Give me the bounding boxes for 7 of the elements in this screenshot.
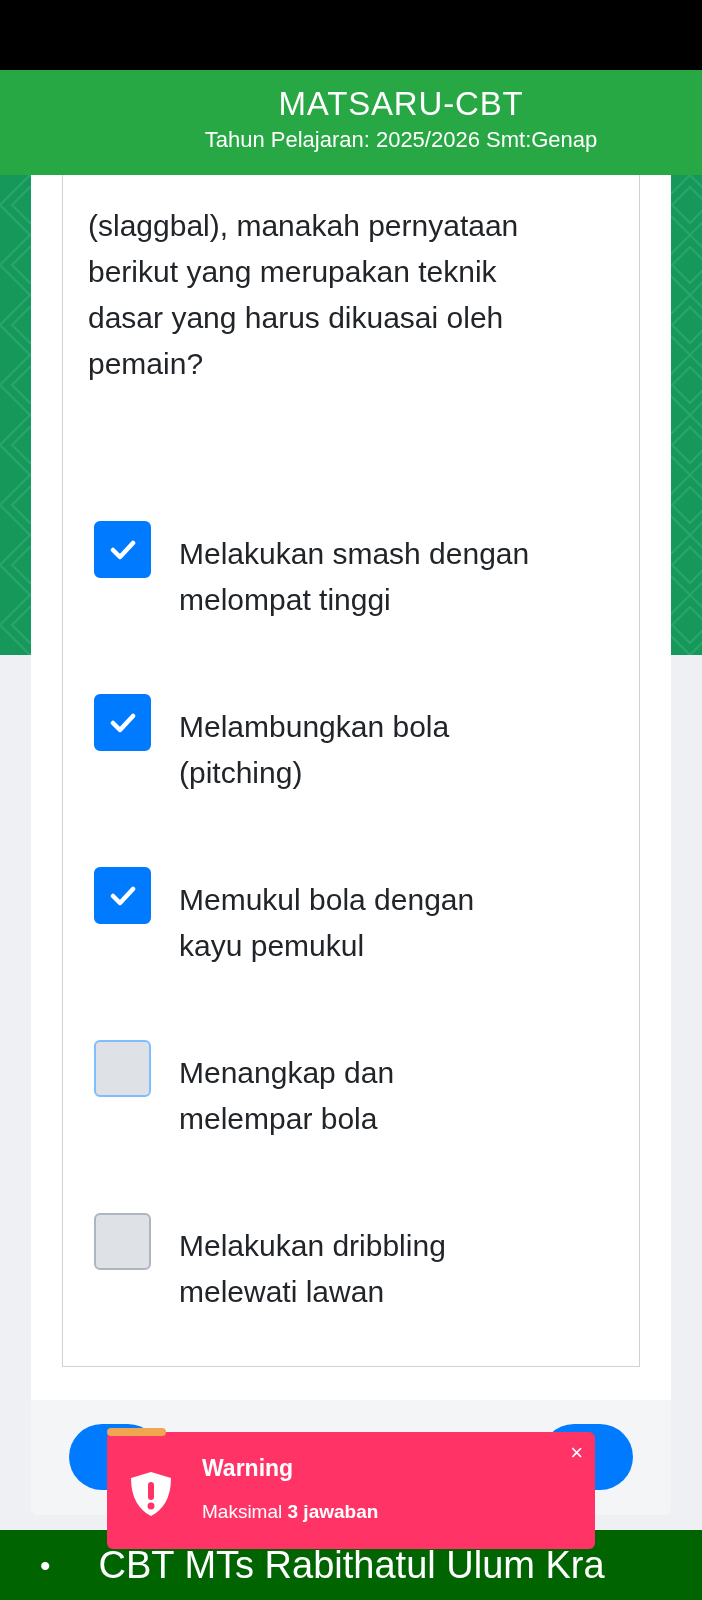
bullet-text: • (40, 1547, 51, 1584)
toast-title: Warning (202, 1454, 295, 1483)
school-year-text: Tahun Pelajaran: 2025/2026 Smt:Genap (204, 126, 598, 154)
question-text: (slaggbal), manakah pernyataan berikut yang merupakan teknik dasar yang harus dikuasai oleh pemain? (88, 208, 520, 382)
ticker-text: CBT MTs Rabithatul Ulum Kra (98, 1543, 605, 1587)
toast-message: Maksimal 3 jawaban (202, 1500, 379, 1524)
app-title: MATSARU-CBT (278, 84, 524, 124)
